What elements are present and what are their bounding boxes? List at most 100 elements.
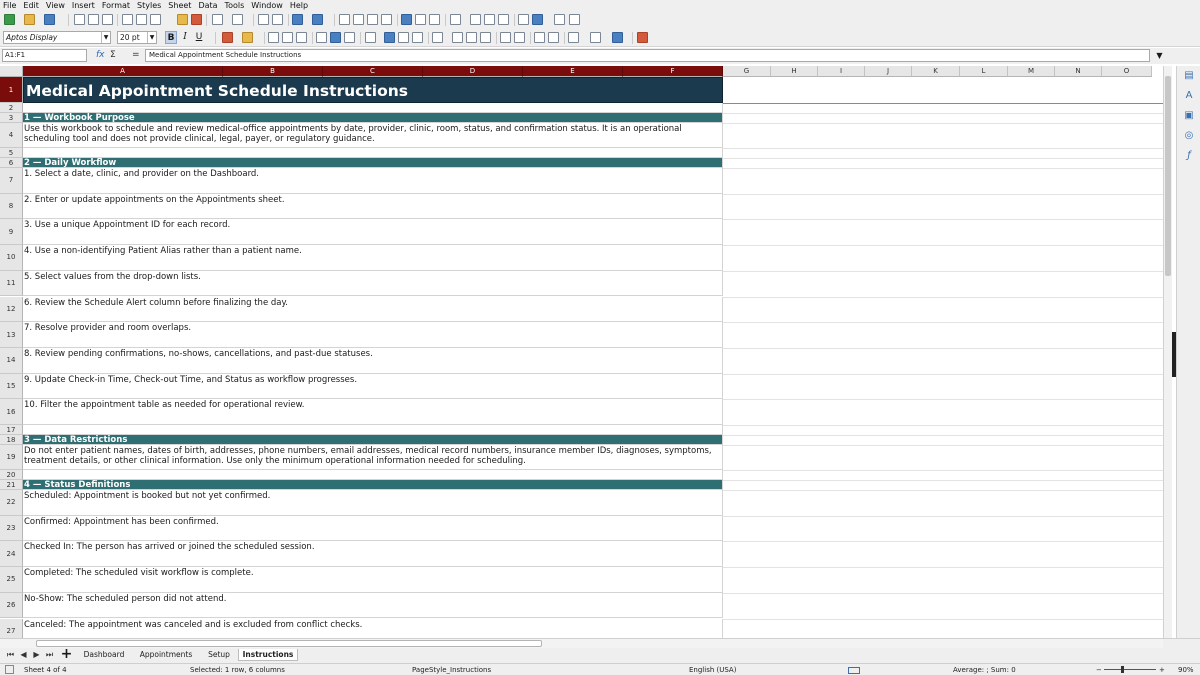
row-header-14[interactable]: 14 (0, 347, 23, 374)
highlight-color-icon[interactable] (242, 32, 253, 43)
define-print-area-icon[interactable] (518, 14, 529, 25)
decrease-indent-icon[interactable] (548, 32, 559, 43)
select-all-corner[interactable] (0, 66, 23, 77)
show-draw-functions-icon[interactable] (569, 14, 580, 25)
row-header-24[interactable]: 24 (0, 541, 23, 568)
menu-edit[interactable]: Edit (23, 0, 39, 11)
open-folder-icon[interactable] (24, 14, 35, 25)
tab-setup[interactable]: Setup (202, 649, 236, 661)
column-header-o[interactable]: O (1102, 66, 1152, 77)
horizontal-scrollbar-thumb[interactable] (36, 640, 542, 647)
spreadsheet-grid[interactable]: A B C D E F G H I J K L M N O 1 Medical Appointment Sche… (0, 66, 1163, 638)
instruction-cell[interactable]: 7. Resolve provider and room overlaps. (23, 322, 723, 348)
increase-indent-icon[interactable] (534, 32, 545, 43)
instruction-cell[interactable]: 3. Use a unique Appointment ID for each … (23, 219, 723, 246)
split-window-icon[interactable] (554, 14, 565, 25)
print-preview-icon[interactable] (102, 14, 113, 25)
row-header-26[interactable]: 26 (0, 592, 23, 619)
row-header-4[interactable]: 4 (0, 123, 23, 148)
conditional-format-icon[interactable] (637, 32, 648, 43)
row-header-20[interactable]: 20 (0, 470, 23, 480)
merge-center-icon[interactable] (384, 32, 395, 43)
sheet-title[interactable]: Medical Appointment Schedule Instruction… (23, 77, 723, 103)
font-name-box[interactable]: Aptos Display ▼ (3, 31, 111, 44)
menu-format[interactable]: Format (102, 0, 130, 11)
row-header-1[interactable]: 1 (0, 77, 23, 103)
cut-icon[interactable] (122, 14, 133, 25)
sum-icon[interactable]: Σ (110, 49, 116, 62)
next-sheet-icon[interactable]: ▶ (32, 650, 41, 660)
last-sheet-icon[interactable]: ⏭ (45, 650, 54, 660)
zoom-slider[interactable] (1104, 669, 1156, 670)
row-header-5[interactable]: 5 (0, 148, 23, 158)
chevron-down-icon[interactable]: ▼ (101, 32, 110, 43)
zoom-out-icon[interactable]: − (1096, 665, 1102, 675)
column-header-h[interactable]: H (771, 66, 818, 77)
navigator-icon[interactable]: ◎ (1183, 130, 1195, 142)
row-header-13[interactable]: 13 (0, 322, 23, 348)
zoom-slider-knob[interactable] (1121, 666, 1124, 673)
instruction-cell[interactable]: 5. Select values from the drop-down list… (23, 270, 723, 297)
row-header-27[interactable]: 27 (0, 618, 23, 638)
instruction-cell[interactable]: Checked In: The person has arrived or jo… (23, 541, 723, 568)
row-header-21[interactable]: 21 (0, 480, 23, 490)
add-sheet-button[interactable]: + (60, 647, 73, 661)
comment-icon[interactable] (484, 14, 495, 25)
align-right-icon[interactable] (296, 32, 307, 43)
menu-sheet[interactable]: Sheet (168, 0, 191, 11)
row-header-22[interactable]: 22 (0, 490, 23, 516)
column-header-i[interactable]: I (818, 66, 865, 77)
menu-tools[interactable]: Tools (225, 0, 245, 11)
instruction-cell[interactable]: Scheduled: Appointment is booked but not… (23, 490, 723, 516)
date-format-icon[interactable] (480, 32, 491, 43)
freeze-rows-columns-icon[interactable] (532, 14, 543, 25)
menu-insert[interactable]: Insert (72, 0, 95, 11)
instruction-cell[interactable]: 6. Review the Schedule Alert column befo… (23, 296, 723, 323)
tab-appointments[interactable]: Appointments (134, 649, 198, 661)
save-icon[interactable] (44, 14, 55, 25)
add-decimal-icon[interactable] (500, 32, 511, 43)
instruction-cell[interactable]: Completed: The scheduled visit workflow … (23, 567, 723, 593)
instruction-cell[interactable]: 2. Enter or update appointments on the A… (23, 193, 723, 220)
instruction-cell[interactable]: Do not enter patient names, dates of bir… (23, 445, 723, 470)
functions-icon[interactable]: ƒ (1183, 150, 1195, 162)
column-header-f[interactable]: F (623, 66, 723, 77)
find-replace-icon[interactable] (258, 14, 269, 25)
row-icon[interactable] (292, 14, 303, 25)
row-header-9[interactable]: 9 (0, 219, 23, 246)
row-header-25[interactable]: 25 (0, 567, 23, 593)
column-header-g[interactable]: G (723, 66, 771, 77)
menu-view[interactable]: View (46, 0, 65, 11)
sort-icon[interactable] (339, 14, 350, 25)
column-header-a[interactable]: A (23, 66, 223, 77)
column-header-l[interactable]: L (960, 66, 1008, 77)
sort-ascending-icon[interactable] (353, 14, 364, 25)
new-document-icon[interactable] (4, 14, 15, 25)
insert-image-icon[interactable] (401, 14, 412, 25)
selection-mode-icon[interactable] (848, 667, 860, 674)
horizontal-scrollbar[interactable] (0, 639, 1163, 648)
instruction-cell[interactable]: 9. Update Check-in Time, Check-out Time,… (23, 373, 723, 400)
autofilter-icon[interactable] (381, 14, 392, 25)
column-header-j[interactable]: J (865, 66, 912, 77)
function-wizard-icon[interactable]: fx (96, 49, 105, 62)
merge-cells-icon[interactable] (398, 32, 409, 43)
menu-styles[interactable]: Styles (137, 0, 161, 11)
spelling-icon[interactable] (272, 14, 283, 25)
insert-chart-icon[interactable] (415, 14, 426, 25)
paste-icon[interactable] (150, 14, 161, 25)
menu-window[interactable]: Window (251, 0, 283, 11)
column-header-c[interactable]: C (323, 66, 423, 77)
formula-icon[interactable]: = (132, 49, 140, 62)
language[interactable]: English (USA) (689, 665, 736, 675)
row-header-3[interactable]: 3 (0, 113, 23, 123)
instruction-cell[interactable]: Confirmed: Appointment has been confirme… (23, 515, 723, 542)
instruction-cell[interactable]: Use this workbook to schedule and review… (23, 123, 723, 148)
expand-formula-icon[interactable]: ▼ (1152, 49, 1167, 62)
row-header-11[interactable]: 11 (0, 270, 23, 297)
instruction-cell[interactable]: 4. Use a non-identifying Patient Alias r… (23, 245, 723, 271)
blank-row-cell[interactable] (23, 103, 723, 113)
clear-formatting-icon[interactable] (191, 14, 202, 25)
properties-icon[interactable]: ▤ (1183, 70, 1195, 82)
align-center-icon[interactable] (282, 32, 293, 43)
